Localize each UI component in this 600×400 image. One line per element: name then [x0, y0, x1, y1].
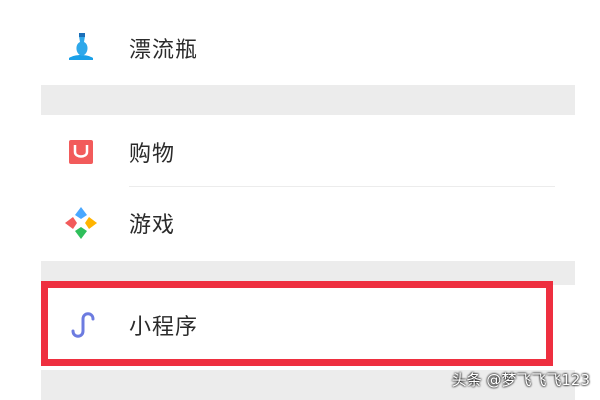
highlight-box — [41, 281, 553, 366]
menu-item-label: 游戏 — [129, 213, 176, 238]
shopping-bag-icon — [63, 134, 99, 170]
watermark: 头条 @梦飞飞飞123 — [451, 371, 590, 389]
menu-item-drift-bottle[interactable]: 漂流瓶 — [41, 13, 575, 83]
divider — [129, 186, 555, 187]
drift-bottle-icon — [63, 30, 99, 66]
menu-item-label: 购物 — [129, 142, 176, 167]
menu-item-shopping[interactable]: 购物 — [41, 117, 575, 187]
menu-item-games[interactable]: 游戏 — [41, 188, 575, 258]
section-gap — [41, 85, 575, 115]
games-icon — [63, 205, 99, 241]
menu-item-label: 漂流瓶 — [129, 38, 199, 63]
